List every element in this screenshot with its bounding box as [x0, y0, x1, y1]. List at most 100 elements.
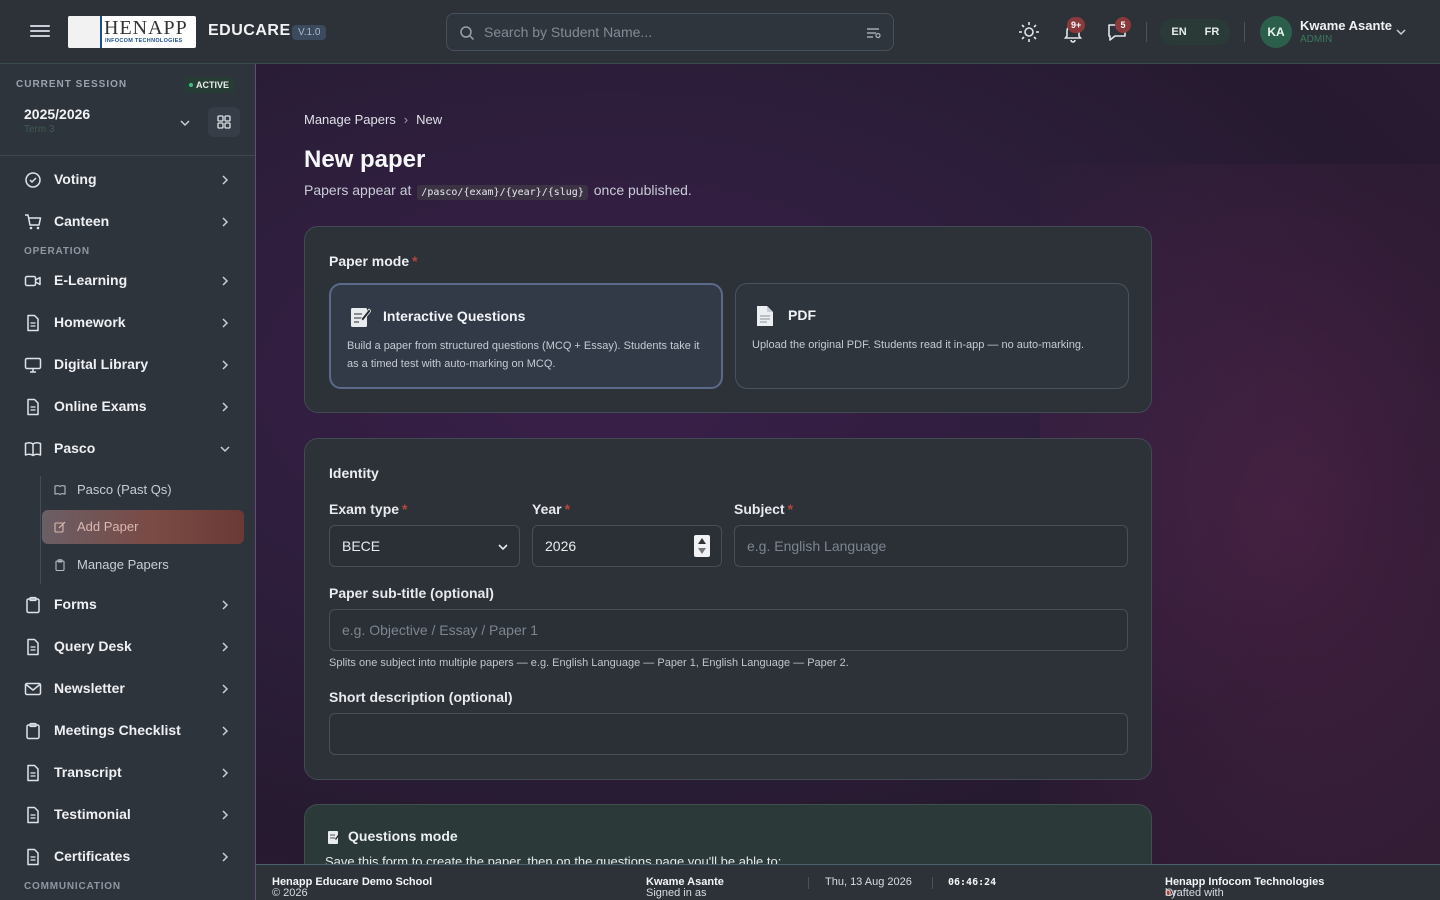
sidebar-item-voting[interactable]: Voting	[16, 162, 244, 198]
chevron-right-icon: ›	[403, 112, 409, 127]
sidebar-item-homework[interactable]: Homework	[16, 305, 244, 341]
subject-input[interactable]: e.g. English Language	[734, 525, 1128, 567]
option-description: Upload the original PDF. Students read i…	[752, 339, 1085, 351]
divider	[808, 877, 809, 889]
required-marker: *	[402, 501, 408, 517]
avatar[interactable]: KA	[1260, 16, 1292, 48]
sidebar-subitem-pasco-past-qs[interactable]: Pasco (Past Qs)	[42, 473, 244, 507]
search-bar[interactable]: Search by Student Name...	[446, 13, 894, 51]
caret-up-icon[interactable]	[697, 537, 707, 545]
chevron-down-icon[interactable]	[178, 116, 192, 130]
sidebar-item-label: Query Desk	[54, 638, 132, 654]
edit-document-icon	[351, 308, 371, 327]
sidebar-item-label: Newsletter	[54, 680, 125, 696]
exam-type-select[interactable]: BECE	[329, 525, 520, 567]
option-description: Build a paper from structured questions …	[347, 340, 700, 370]
chevron-right-icon	[222, 768, 229, 778]
exam-type-label: Exam type *	[329, 501, 408, 517]
sidebar-item-online-exams[interactable]: Online Exams	[16, 389, 244, 425]
sidebar-item-label: E-Learning	[54, 272, 128, 288]
sidebar-item-pasco[interactable]: Pasco	[16, 431, 244, 467]
sidebar-item-digital-library[interactable]: Digital Library	[16, 347, 244, 383]
grid-icon	[217, 115, 231, 129]
chevron-right-icon	[222, 402, 229, 412]
chevron-down-icon[interactable]	[1394, 25, 1408, 39]
description-input[interactable]	[329, 713, 1128, 755]
document-icon	[27, 638, 39, 656]
footer-signed-in: Signed in as Kwame Asante	[646, 876, 724, 899]
video-icon	[24, 275, 41, 287]
document-icon	[27, 314, 39, 332]
cart-icon	[25, 214, 42, 230]
required-marker: *	[412, 253, 418, 269]
chevron-right-icon	[222, 642, 229, 652]
user-name[interactable]: Kwame Asante	[1300, 18, 1392, 33]
book-open-icon	[24, 442, 42, 457]
breadcrumb-link[interactable]: Manage Papers	[304, 112, 396, 127]
filter-icon[interactable]	[865, 25, 881, 41]
breadcrumb-current: New	[416, 112, 443, 127]
crafted-by-label: by:	[1165, 887, 1180, 899]
logo-subtitle: INFOCOM TECHNOLOGIES	[105, 38, 183, 44]
sidebar-item-testimonial[interactable]: Testimonial	[16, 797, 244, 833]
apps-grid-button[interactable]	[208, 107, 240, 137]
sidebar-item-canteen[interactable]: Canteen	[16, 204, 244, 240]
check-circle-icon	[25, 172, 41, 188]
sidebar-item-e-learning[interactable]: E-Learning	[16, 263, 244, 299]
session-term: Term 3	[24, 124, 55, 135]
option-title: Interactive Questions	[383, 308, 526, 324]
sun-icon[interactable]	[1017, 20, 1041, 44]
chevron-right-icon	[222, 217, 229, 227]
sidebar-item-label: Canteen	[54, 213, 110, 229]
chevron-right-icon	[222, 852, 229, 862]
session-selector: CURRENT SESSION ACTIVE 2025/2026 Term 3	[0, 64, 255, 156]
top-bar: HENAPP INFOCOM TECHNOLOGIES EDUCARE V.1.…	[0, 0, 1440, 64]
subtitle-text: once published.	[593, 182, 692, 198]
logo: HENAPP INFOCOM TECHNOLOGIES	[68, 16, 196, 48]
card-title: Paper mode *	[329, 253, 418, 269]
sidebar-item-label: Voting	[54, 171, 97, 187]
identity-card: Identity Exam type * BECE Year * 2026 Subj…	[304, 438, 1152, 780]
sidebar-subitem-add-paper[interactable]: Add Paper	[42, 510, 244, 544]
user-role: ADMIN	[1300, 34, 1333, 45]
search-input[interactable]: Search by Student Name...	[484, 24, 652, 40]
sidebar-item-newsletter[interactable]: Newsletter	[16, 671, 244, 707]
lang-en-button[interactable]: EN	[1162, 22, 1196, 42]
year-stepper[interactable]	[694, 535, 710, 557]
sidebar-item-label: Digital Library	[54, 356, 149, 372]
sidebar-item-transcript[interactable]: Transcript	[16, 755, 244, 791]
year-label: Year *	[532, 501, 570, 517]
sidebar-subitem-label: Manage Papers	[77, 557, 169, 572]
lang-fr-button[interactable]: FR	[1195, 22, 1229, 42]
chevron-right-icon	[222, 810, 229, 820]
mode-pdf-option[interactable]: PDF Upload the original PDF. Students re…	[735, 283, 1129, 389]
sidebar-subitem-label: Pasco (Past Qs)	[77, 482, 172, 497]
sidebar-subitem-manage-papers[interactable]: Manage Papers	[42, 548, 244, 582]
menu-icon[interactable]	[30, 22, 50, 42]
sidebar-item-meetings-checklist[interactable]: Meetings Checklist	[16, 713, 244, 749]
sidebar-item-label: Testimonial	[54, 806, 131, 822]
chevron-right-icon	[222, 600, 229, 610]
year-input[interactable]: 2026	[532, 525, 722, 567]
sidebar-item-query-desk[interactable]: Query Desk	[16, 629, 244, 665]
sidebar-item-forms[interactable]: Forms	[16, 587, 244, 623]
paper-subtitle-input[interactable]: e.g. Objective / Essay / Paper 1	[329, 609, 1128, 651]
document-icon	[27, 806, 39, 824]
paper-subtitle-label: Paper sub-title (optional)	[329, 585, 494, 601]
clipboard-icon	[26, 596, 40, 614]
session-year[interactable]: 2025/2026	[24, 106, 90, 122]
label-text: Subject	[734, 501, 785, 517]
sidebar-item-certificates[interactable]: Certificates	[16, 839, 244, 875]
logo-name: HENAPP	[104, 17, 188, 39]
clipboard-icon	[26, 722, 40, 740]
mode-interactive-option[interactable]: Interactive Questions Build a paper from…	[329, 283, 723, 389]
book-icon	[54, 485, 66, 496]
sidebar-subitem-label: Add Paper	[77, 519, 139, 534]
sidebar-item-label: Pasco	[54, 440, 96, 456]
footer-credits: Crafted with ♥ by: Henapp Infocom Techno…	[1165, 876, 1324, 899]
sidebar-item-label: Forms	[54, 596, 97, 612]
footer: © 2026 Henapp Educare Demo School Signed…	[256, 864, 1440, 900]
label-text: Exam type	[329, 501, 400, 517]
caret-down-icon[interactable]	[697, 547, 707, 555]
chevron-right-icon	[222, 175, 229, 185]
